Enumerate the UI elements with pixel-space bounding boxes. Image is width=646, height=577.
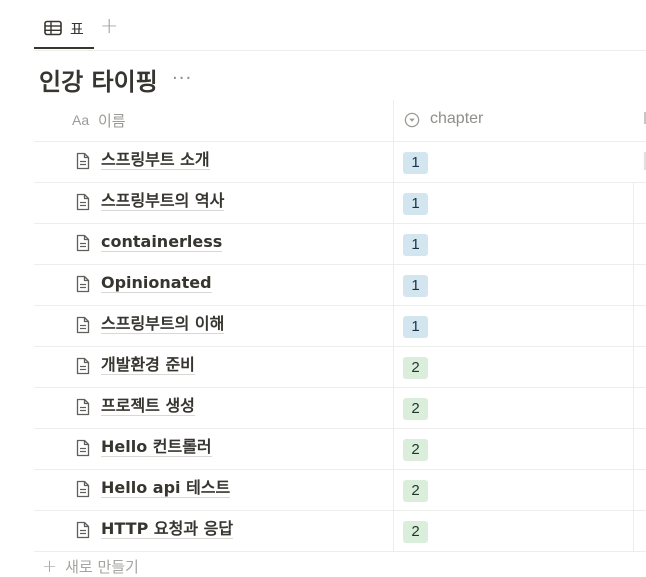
table-row[interactable]: Hello 컨트롤러 2 [34, 429, 646, 470]
table-icon [44, 20, 62, 36]
row-title[interactable]: Hello api 테스트 [101, 479, 231, 498]
row-title[interactable]: Opinionated [101, 274, 212, 293]
table-row[interactable]: 프로젝트 생성 2 [34, 388, 646, 429]
chapter-tag[interactable]: 2 [403, 357, 428, 379]
column-divider [633, 470, 634, 510]
table-row[interactable]: Opinionated 1 [34, 265, 646, 306]
table-row[interactable]: 개발환경 준비 2 [34, 347, 646, 388]
column-divider [393, 388, 394, 428]
table-body: 스프링부트 소개 1 스프링부트의 역사 1 containerless 1 Opinion… [34, 142, 646, 552]
chapter-tag[interactable]: 2 [403, 439, 428, 461]
column-divider [393, 429, 394, 469]
column-divider [393, 511, 394, 551]
table-row[interactable]: 스프링부트 소개 1 [34, 142, 646, 183]
column-divider [633, 265, 634, 305]
column-divider [633, 183, 634, 223]
page-icon [76, 193, 90, 211]
row-title[interactable]: Hello 컨트롤러 [101, 438, 212, 457]
column-header-chapter[interactable]: chapter [430, 110, 483, 128]
row-title[interactable]: 스프링부트의 역사 [101, 192, 225, 211]
row-title[interactable]: 개발환경 준비 [101, 356, 195, 375]
row-title[interactable]: 스프링부트의 이해 [101, 315, 225, 334]
column-divider [393, 142, 394, 182]
table-row[interactable]: containerless 1 [34, 224, 646, 265]
row-title[interactable]: containerless [101, 233, 223, 252]
tab-label: 표 [70, 20, 84, 38]
select-icon [404, 112, 420, 128]
column-divider [633, 224, 634, 264]
page-icon [76, 439, 90, 457]
tab-table-view[interactable]: 표 [34, 10, 94, 49]
page-icon [76, 521, 90, 539]
chapter-tag[interactable]: 1 [403, 316, 428, 338]
table-header: Aa 이름 chapter [34, 100, 646, 142]
add-view-button[interactable]: + [100, 14, 118, 39]
column-divider [633, 429, 634, 469]
row-title[interactable]: 스프링부트 소개 [101, 151, 210, 170]
text-property-icon: Aa [72, 112, 90, 128]
chapter-tag[interactable]: 1 [403, 193, 428, 215]
table-row[interactable]: 스프링부트의 역사 1 [34, 183, 646, 224]
column-divider[interactable] [393, 100, 394, 141]
page-icon [76, 152, 90, 170]
chapter-tag[interactable]: 1 [403, 275, 428, 297]
column-divider [393, 265, 394, 305]
table-row[interactable]: HTTP 요청과 응답 2 [34, 511, 646, 552]
row-title[interactable]: 프로젝트 생성 [101, 397, 195, 416]
column-divider [633, 511, 634, 551]
page-title: 인강 타이핑 [39, 68, 158, 96]
column-divider [393, 306, 394, 346]
chapter-tag[interactable]: 1 [403, 234, 428, 256]
more-options-icon[interactable]: ··· [172, 68, 192, 89]
chapter-tag[interactable]: 2 [403, 480, 428, 502]
chapter-tag[interactable]: 2 [403, 398, 428, 420]
view-tabs: 표 + [34, 10, 646, 51]
column-divider [393, 183, 394, 223]
page-icon [76, 480, 90, 498]
column-divider [393, 470, 394, 510]
page-icon [76, 234, 90, 252]
page-icon [76, 275, 90, 293]
row-title[interactable]: HTTP 요청과 응답 [101, 520, 234, 539]
column-header-name[interactable]: 이름 [98, 110, 126, 131]
page-icon [76, 316, 90, 334]
table-row[interactable]: Hello api 테스트 2 [34, 470, 646, 511]
page-icon [76, 398, 90, 416]
new-row-label: 새로 만들기 [65, 558, 139, 576]
table-row[interactable]: 스프링부트의 이해 1 [34, 306, 646, 347]
chapter-tag[interactable]: 2 [403, 521, 428, 543]
column-divider [633, 347, 634, 387]
page-icon [76, 357, 90, 375]
column-divider [393, 347, 394, 387]
column-divider [633, 306, 634, 346]
column-divider [633, 388, 634, 428]
chapter-tag[interactable]: 1 [403, 152, 428, 174]
column-divider [393, 224, 394, 264]
